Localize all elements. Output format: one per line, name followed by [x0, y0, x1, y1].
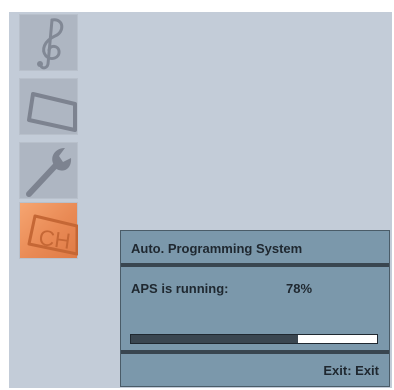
channel-icon-label: CH — [37, 225, 72, 254]
menu-item-picture[interactable] — [19, 78, 78, 135]
tv-screen: CH Auto. Programming System APS is runni… — [9, 12, 392, 388]
progress-percent: 78% — [286, 281, 313, 296]
menu-item-setup[interactable] — [19, 142, 78, 199]
progress-fill — [131, 335, 299, 343]
title-divider — [121, 263, 389, 267]
dialog-title: Auto. Programming System — [131, 241, 303, 256]
progress-bar — [130, 334, 378, 344]
menu-item-channel[interactable]: CH — [19, 202, 78, 259]
status-label: APS is running: — [131, 281, 229, 296]
picture-icon — [27, 92, 77, 132]
wrench-icon — [26, 148, 72, 197]
aps-dialog: Auto. Programming System APS is running:… — [120, 230, 390, 387]
exit-hint: Exit: Exit — [323, 363, 379, 378]
menu-item-sound[interactable] — [19, 14, 78, 71]
music-icon — [37, 18, 64, 70]
channel-icon: CH — [27, 214, 78, 256]
footer-divider — [121, 350, 389, 354]
